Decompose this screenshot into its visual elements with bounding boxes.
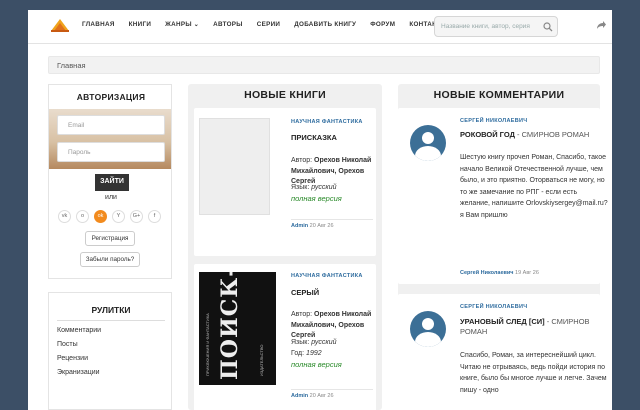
new-books-column: НОВЫЕ КНИГИ НАУЧНАЯ ФАНТАСТИКА ПРИСКАЗКА… [188, 84, 382, 410]
language-label: Язык: [291, 339, 310, 346]
register-button[interactable]: Регистрация [85, 231, 135, 246]
book-language: Язык: русский [291, 183, 373, 194]
book-authors: Автор: Орехов Николай Михайлович, Орехов… [291, 310, 373, 342]
rubric-posts[interactable]: Посты [57, 341, 78, 348]
book-title[interactable]: СЕРЫЙ [291, 288, 319, 297]
login-button[interactable]: ЗАЙТИ [95, 174, 129, 191]
social-login-list: vk o ok Y G+ f [58, 210, 161, 223]
comment-author[interactable]: СЕРГЕЙ НИКОЛАЕВИЧ [460, 304, 527, 310]
book-title[interactable]: ПРИСКАЗКА [291, 133, 337, 142]
nav-item-authors[interactable]: АВТОРЫ [213, 21, 243, 28]
nav-item-forum[interactable]: ФОРУМ [370, 21, 395, 28]
comment-footer-author[interactable]: Сергей Николаевич [460, 270, 513, 276]
rubric-comments[interactable]: Комментарии [57, 327, 101, 334]
nav-item-books[interactable]: КНИГИ [129, 21, 152, 28]
language-value: русский [311, 184, 337, 191]
avatar-body [415, 146, 441, 161]
author-label: Автор: [291, 311, 313, 318]
left-sidebar: АВТОРИЗАЦИЯ Email Пароль ЗАЙТИ или vk o … [48, 84, 172, 410]
language-value: русский [311, 339, 337, 346]
comment-book-link[interactable]: УРАНОВЫЙ СЛЕД [СИ] [460, 317, 545, 326]
year-value: 1992 [306, 350, 322, 357]
avatar-head [422, 318, 434, 330]
cover-title: ПОИСК-92 [217, 272, 243, 380]
yandex-icon[interactable]: Y [112, 210, 125, 223]
book-card[interactable]: ПРИКЛЮЧЕНИЯ И ФАНТАСТИКА ПОИСК-92 ИЗДАТЕ… [194, 264, 376, 410]
odnoklassniki-icon[interactable]: ok [94, 210, 107, 223]
share-icon[interactable] [596, 20, 606, 30]
top-navbar: ГЛАВНАЯ КНИГИ ЖАНРЫ АВТОРЫ СЕРИИ ДОБАВИТ… [28, 10, 612, 44]
book-cover-image[interactable]: ПРИКЛЮЧЕНИЯ И ФАНТАСТИКА ПОИСК-92 ИЗДАТЕ… [199, 272, 276, 385]
book-status: полная версия [291, 194, 342, 203]
rubric-reviews[interactable]: Рецензии [57, 355, 88, 362]
breadcrumb[interactable]: Главная [48, 56, 600, 74]
rubric-adaptations[interactable]: Экранизации [57, 369, 100, 376]
comment-footer: Сергей Николаевич 19 Авг 26 [460, 270, 608, 276]
auth-title: АВТОРИЗАЦИЯ [76, 92, 146, 102]
cover-publisher-text: ИЗДАТЕЛЬСТВО [259, 344, 264, 376]
comment-book-title: РОКОВОЙ ГОД - СМИРНОВ РОМАН [460, 130, 610, 140]
book-category[interactable]: НАУЧНАЯ ФАНТАСТИКА [291, 273, 363, 279]
comment-text: Шестую книгу прочел Роман, Спасибо, тако… [460, 154, 608, 219]
nav-item-genres[interactable]: ЖАНРЫ [165, 21, 199, 28]
cover-series-text: ПРИКЛЮЧЕНИЯ И ФАНТАСТИКА [205, 313, 210, 376]
google-icon[interactable]: G+ [130, 210, 143, 223]
comment-card: СЕРГЕЙ НИКОЛАЕВИЧ УРАНОВЫЙ СЛЕД [СИ] - С… [398, 294, 607, 410]
rubrics-panel: РУЛИТКИ Комментарии Посты Рецензии Экран… [48, 292, 172, 410]
book-date: 20 Авг 26 [309, 223, 334, 229]
book-date: 20 Авг 26 [309, 393, 334, 399]
book-category[interactable]: НАУЧНАЯ ФАНТАСТИКА [291, 119, 363, 125]
logo-icon[interactable] [50, 18, 70, 32]
book-card[interactable]: НАУЧНАЯ ФАНТАСТИКА ПРИСКАЗКА Автор: Орех… [194, 108, 376, 256]
search-placeholder: Название книги, автор, серия [441, 23, 530, 30]
comment-book-link[interactable]: РОКОВОЙ ГОД [460, 130, 515, 139]
comment-book-title: УРАНОВЫЙ СЛЕД [СИ] - СМИРНОВ РОМАН [460, 317, 595, 337]
nav-item-series[interactable]: СЕРИИ [257, 21, 281, 28]
rubrics-title: РУЛИТКИ [91, 305, 131, 315]
added-by[interactable]: Admin [291, 393, 308, 399]
book-status: полная версия [291, 360, 342, 369]
book-footer: Admin 20 Авг 26 [291, 389, 373, 399]
comment-card: СЕРГЕЙ НИКОЛАЕВИЧ РОКОВОЙ ГОД - СМИРНОВ … [398, 108, 608, 284]
page: ГЛАВНАЯ КНИГИ ЖАНРЫ АВТОРЫ СЕРИИ ДОБАВИТ… [28, 10, 612, 410]
vk-icon[interactable]: vk [58, 210, 71, 223]
book-cover-placeholder[interactable] [199, 118, 270, 215]
author-label: Автор: [291, 157, 313, 164]
avatar-head [422, 132, 434, 144]
book-year: Год: 1992 [291, 349, 373, 360]
forgot-password-button[interactable]: Забыли пароль? [80, 252, 140, 267]
nav-item-home[interactable]: ГЛАВНАЯ [82, 21, 115, 28]
divider [57, 320, 165, 321]
added-by[interactable]: Admin [291, 223, 308, 229]
mailru-icon[interactable]: o [76, 210, 89, 223]
password-field[interactable]: Пароль [57, 142, 165, 162]
book-language: Язык: русский [291, 338, 373, 349]
auth-panel: АВТОРИЗАЦИЯ Email Пароль ЗАЙТИ или vk o … [48, 84, 172, 279]
comment-book-author[interactable]: - СМИРНОВ РОМАН [517, 130, 589, 139]
new-comments-title: НОВЫЕ КОММЕНТАРИИ [433, 89, 565, 101]
facebook-icon[interactable]: f [148, 210, 161, 223]
new-comments-column: НОВЫЕ КОММЕНТАРИИ СЕРГЕЙ НИКОЛАЕВИЧ РОКО… [398, 84, 608, 410]
search-input[interactable]: Название книги, автор, серия [434, 16, 558, 37]
year-label: Год: [291, 350, 305, 357]
new-books-title: НОВЫЕ КНИГИ [244, 89, 326, 101]
comment-date: 19 Авг 26 [515, 270, 539, 276]
avatar[interactable] [410, 125, 446, 161]
email-field[interactable]: Email [57, 115, 165, 135]
avatar[interactable] [410, 311, 446, 347]
language-label: Язык: [291, 184, 310, 191]
avatar-body [415, 332, 441, 347]
book-footer: Admin 20 Авг 26 [291, 219, 373, 229]
comment-text: Спасибо, Роман, за интереснейший цикл. Ч… [460, 352, 607, 394]
nav-item-add-book[interactable]: ДОБАВИТЬ КНИГУ [294, 21, 356, 28]
comment-author[interactable]: СЕРГЕЙ НИКОЛАЕВИЧ [460, 118, 527, 124]
search-icon[interactable] [543, 22, 553, 32]
or-label: или [105, 194, 117, 201]
main-nav: ГЛАВНАЯ КНИГИ ЖАНРЫ АВТОРЫ СЕРИИ ДОБАВИТ… [82, 21, 461, 28]
